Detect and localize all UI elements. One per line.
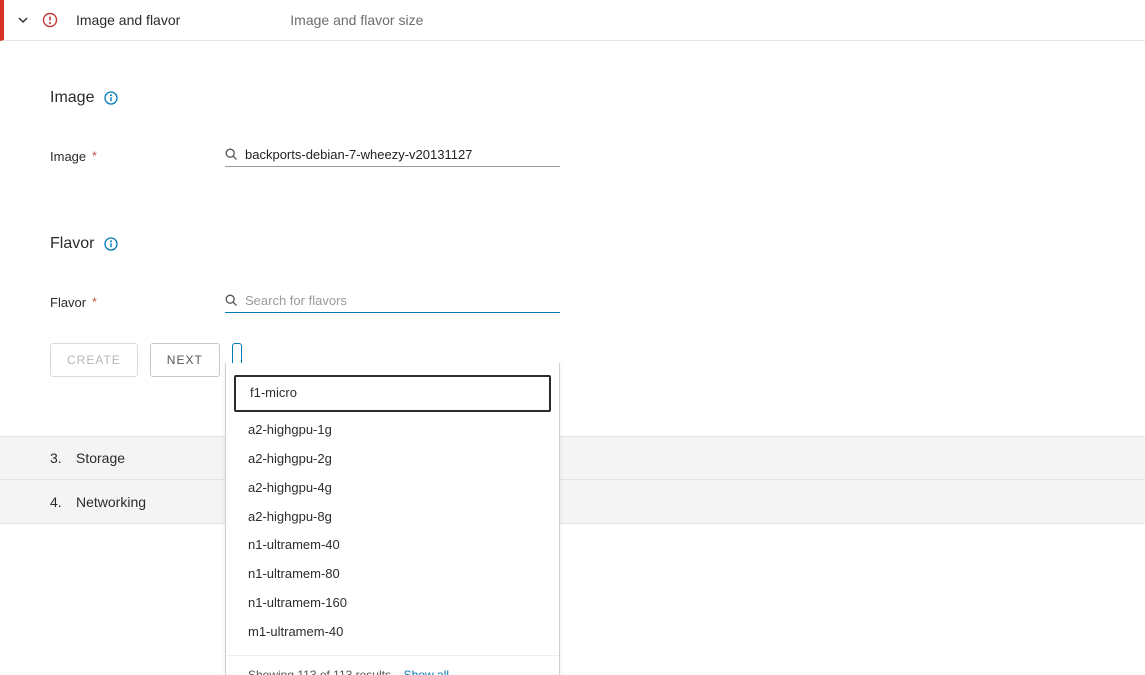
image-search-input[interactable] — [245, 145, 560, 164]
flavor-option[interactable]: a2-highgpu-1g — [226, 416, 559, 445]
flavor-search-input[interactable] — [245, 291, 560, 310]
flavor-option[interactable]: f1-micro — [234, 375, 551, 412]
collapsed-step[interactable]: 3.Storage — [0, 436, 1145, 480]
flavor-search-wrap[interactable] — [225, 291, 560, 313]
step-title: Image and flavor — [76, 12, 180, 28]
flavor-field-label: Flavor * — [50, 295, 225, 310]
active-step-header[interactable]: Image and flavor Image and flavor size — [0, 0, 1145, 41]
required-asterisk: * — [92, 295, 97, 309]
flavor-dropdown-list[interactable]: f1-microa2-highgpu-1ga2-highgpu-2ga2-hig… — [226, 363, 559, 655]
step-subtitle: Image and flavor size — [290, 12, 423, 28]
image-search-wrap[interactable] — [225, 145, 560, 167]
image-heading-text: Image — [50, 89, 94, 107]
step-label: Storage — [76, 450, 125, 466]
create-button: Create — [50, 343, 138, 377]
flavor-option[interactable]: a2-highgpu-4g — [226, 474, 559, 503]
show-all-link[interactable]: Show all... — [404, 668, 459, 675]
search-icon — [225, 148, 239, 162]
image-field-label: Image * — [50, 149, 225, 164]
flavor-dropdown: f1-microa2-highgpu-1ga2-highgpu-2ga2-hig… — [225, 363, 560, 675]
chevron-down-icon — [16, 13, 30, 27]
flavor-section-heading: Flavor — [50, 235, 1095, 253]
info-icon[interactable] — [104, 237, 118, 251]
warning-icon — [42, 12, 58, 28]
flavor-option[interactable]: m1-ultramem-40 — [226, 618, 559, 647]
dropdown-footer: Showing 113 of 113 results. Show all... — [226, 655, 559, 675]
flavor-option[interactable]: n1-ultramem-40 — [226, 531, 559, 560]
info-icon[interactable] — [104, 91, 118, 105]
collapsed-step[interactable]: 4.Networking — [0, 480, 1145, 524]
required-asterisk: * — [92, 149, 97, 163]
step-number: 4. — [50, 494, 76, 510]
flavor-option[interactable]: m1-ultramem-80 — [226, 647, 559, 655]
image-section-heading: Image — [50, 89, 1095, 107]
next-button[interactable]: Next — [150, 343, 220, 377]
search-icon — [225, 294, 239, 308]
flavor-option[interactable]: a2-highgpu-2g — [226, 445, 559, 474]
step-label: Networking — [76, 494, 146, 510]
flavor-heading-text: Flavor — [50, 235, 94, 253]
step-number: 3. — [50, 450, 76, 466]
flavor-option[interactable]: n1-ultramem-80 — [226, 560, 559, 589]
flavor-option[interactable]: a2-highgpu-8g — [226, 503, 559, 532]
dropdown-result-count: Showing 113 of 113 results. — [248, 668, 394, 675]
flavor-option[interactable]: n1-ultramem-160 — [226, 589, 559, 618]
